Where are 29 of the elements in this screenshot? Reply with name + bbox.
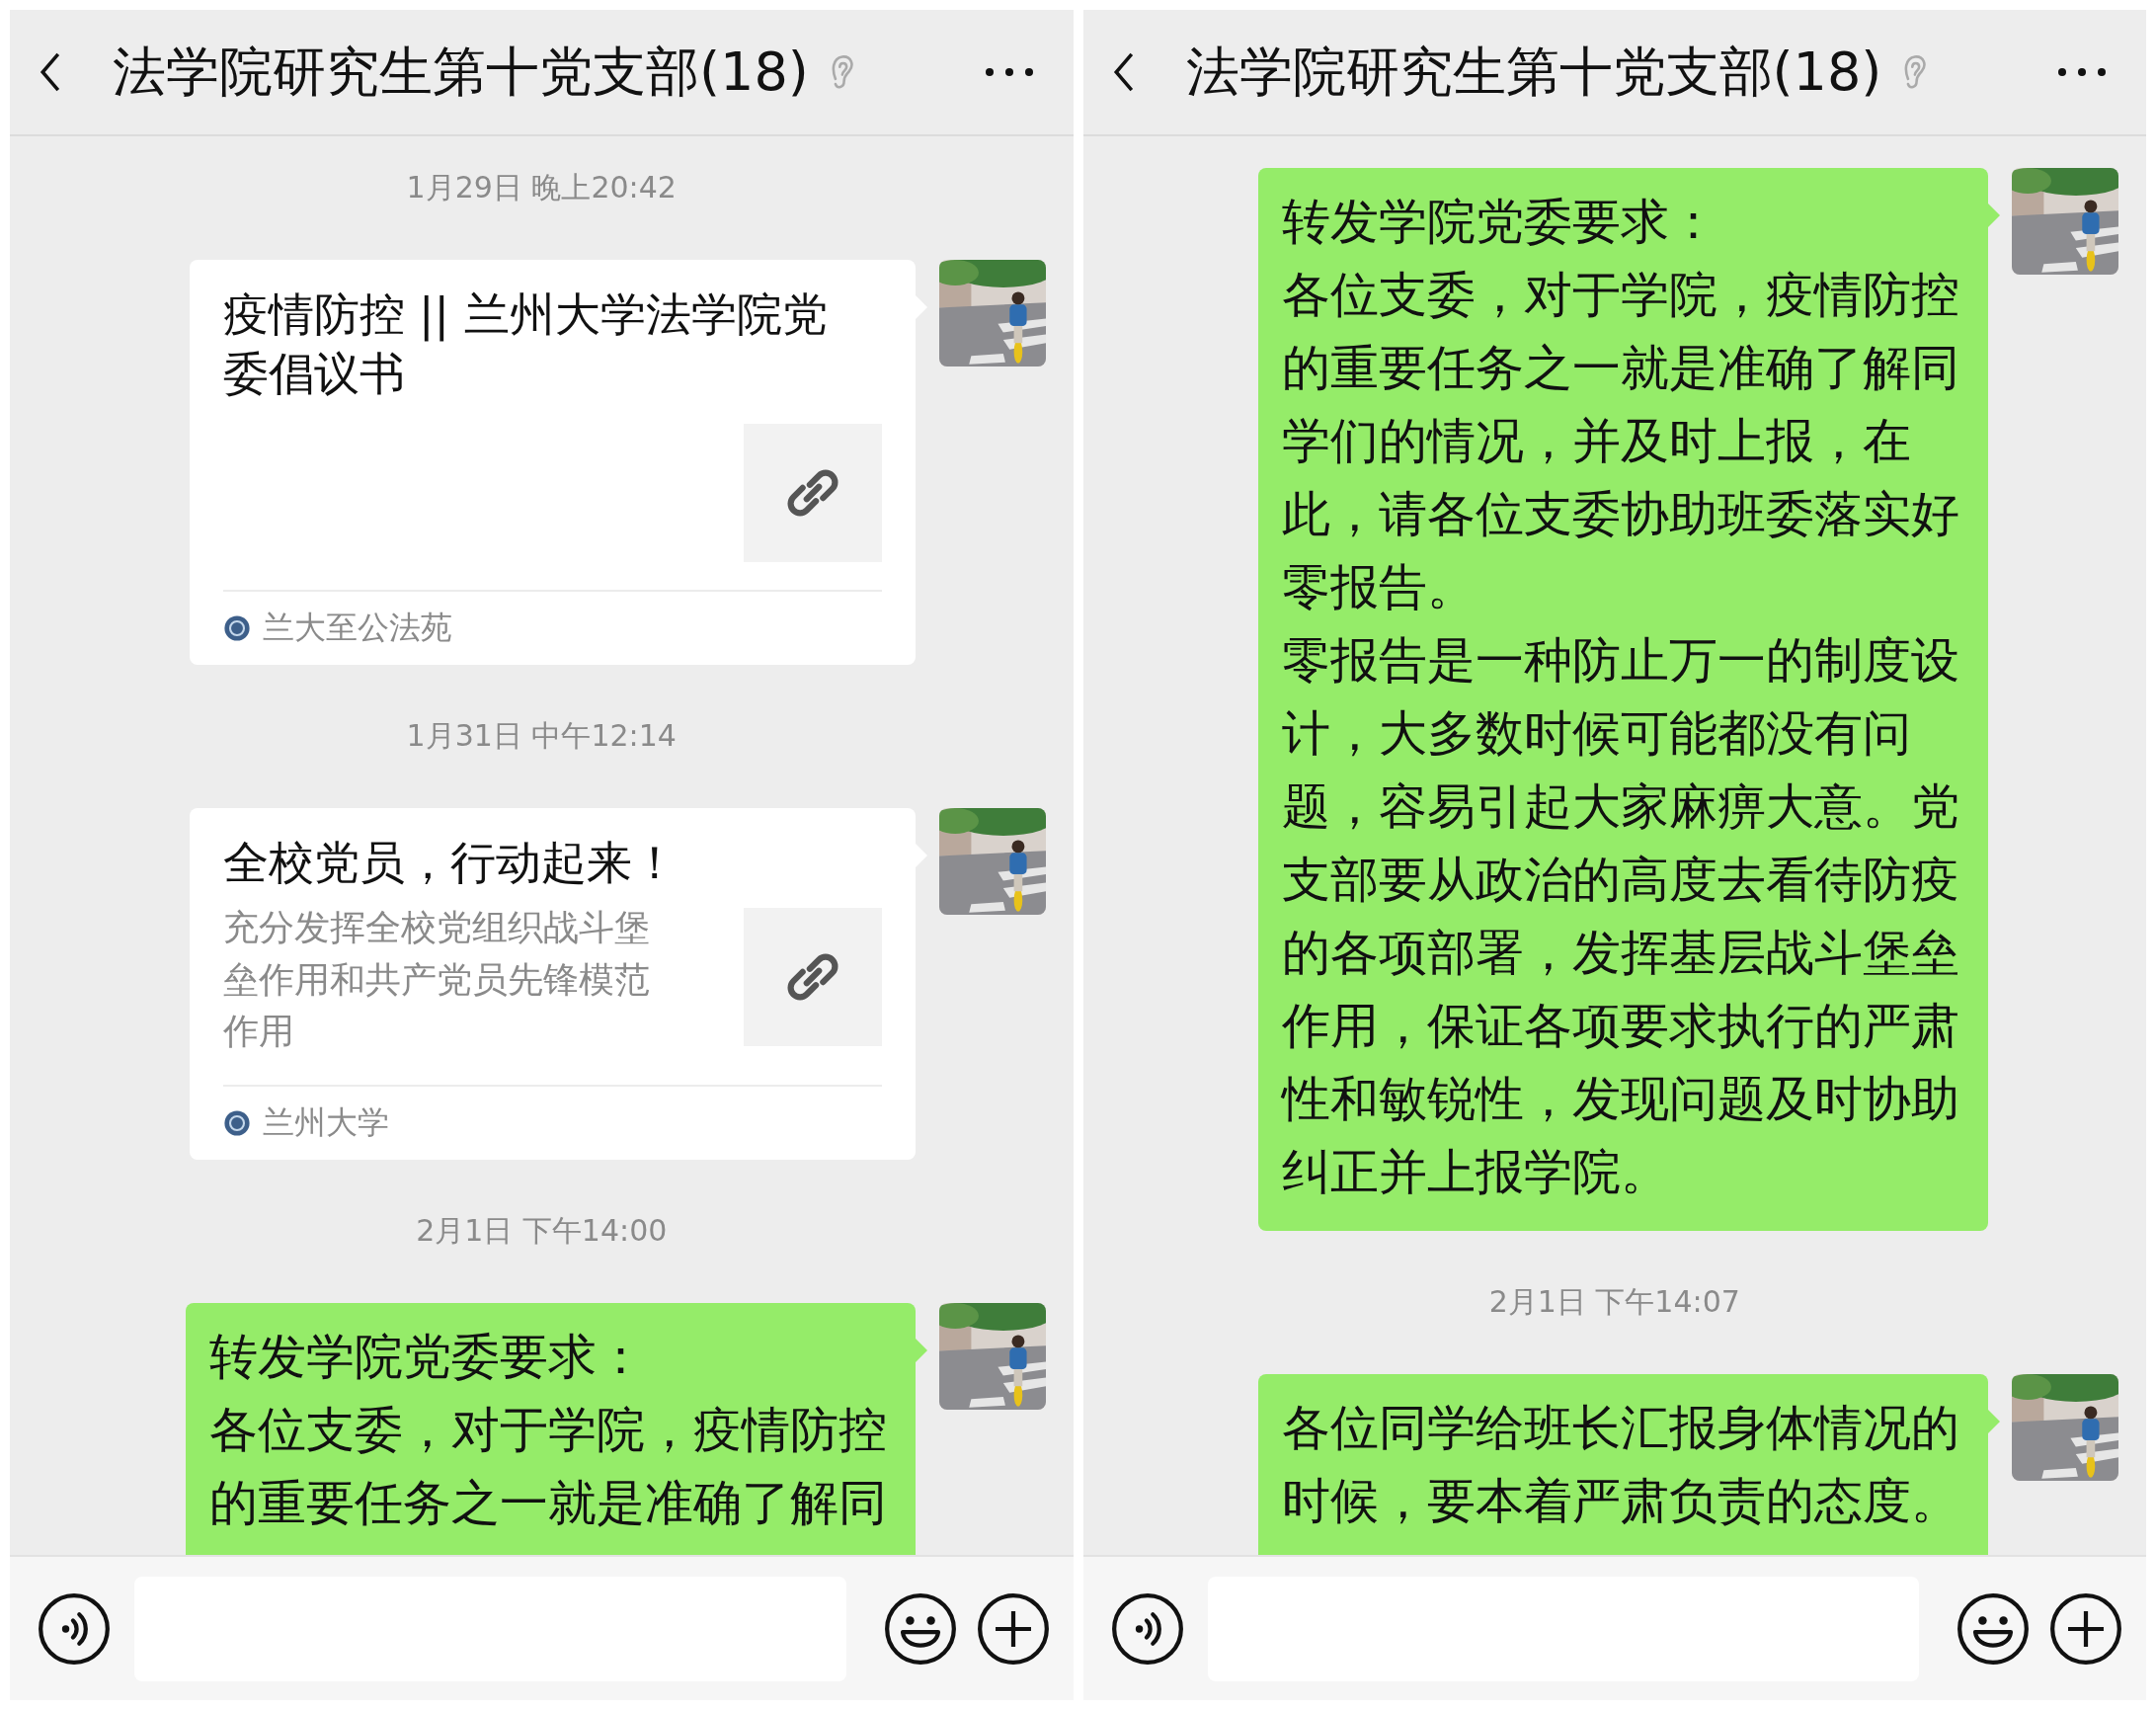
timestamp: 2月1日 下午14:07 [1487,1283,1740,1321]
plus-icon[interactable] [2049,1591,2122,1666]
card-title: 疫情防控 || 兰州大学法学院党委倡议书 [222,286,829,402]
emoji-icon[interactable] [883,1591,957,1666]
more-icon[interactable] [984,67,1034,77]
chat-title: 法学院研究生第十党支部(18) [113,39,809,105]
timestamp: 2月1日 下午14:00 [415,1211,668,1250]
card-title: 全校党员，行动起来！ [222,834,679,891]
logo-icon [222,613,251,642]
source-name: 兰大至公法苑 [262,607,452,648]
message-text: 各位支委，对于学院，疫情防控的重要任务之一就是准确了解同 [208,1400,888,1533]
logo-icon [222,1108,251,1137]
timestamp: 1月29日 晚上20:42 [405,169,677,206]
message-text: 零报告是一种防止万一的制度设计，大多数时候可能都没有问题，容易引起大家麻痹大意。党支部要从政治的高度去看待防疫的各项部署，发挥基层战斗堡垒作用，保证各项要求执行的严肃性和敏锐性，发现问题及时协助纠正并上报学院。 [1282,631,1961,1202]
voice-icon[interactable] [38,1591,111,1666]
link-card[interactable]: 疫情防控 || 兰州大学法学院党委倡议书 兰大至公法苑 [189,260,916,665]
chat-title: 法学院研究生第十党支部(18) [1185,39,1882,105]
message-text: 转发学院党委要求： [1282,193,1719,252]
message-text: 转发学院党委要求： [208,1327,646,1387]
message-text: 各位同学给班长汇报身体情况的时候，要本着严肃负责的态度。 [1282,1399,1961,1531]
timestamp: 1月31日 中午12:14 [405,716,677,755]
voice-icon[interactable] [1110,1591,1184,1666]
message-text: 各位支委，对于学院，疫情防控的重要任务之一就是准确了解同学们的情况，并及时上报，在此，请各位支委协助班委落实好零报告。 [1282,266,1961,617]
plus-icon[interactable] [976,1591,1050,1666]
emoji-icon[interactable] [1956,1591,2030,1666]
source-name: 兰州大学 [262,1101,389,1143]
link-card[interactable]: 全校党员，行动起来！ 充分发挥全校党组织战斗堡垒作用和共产党员先锋模范作用 兰州大学 [189,807,916,1160]
more-icon[interactable] [2057,67,2107,77]
card-description: 充分发挥全校党组织战斗堡垒作用和共产党员先锋模范作用 [222,906,651,1053]
